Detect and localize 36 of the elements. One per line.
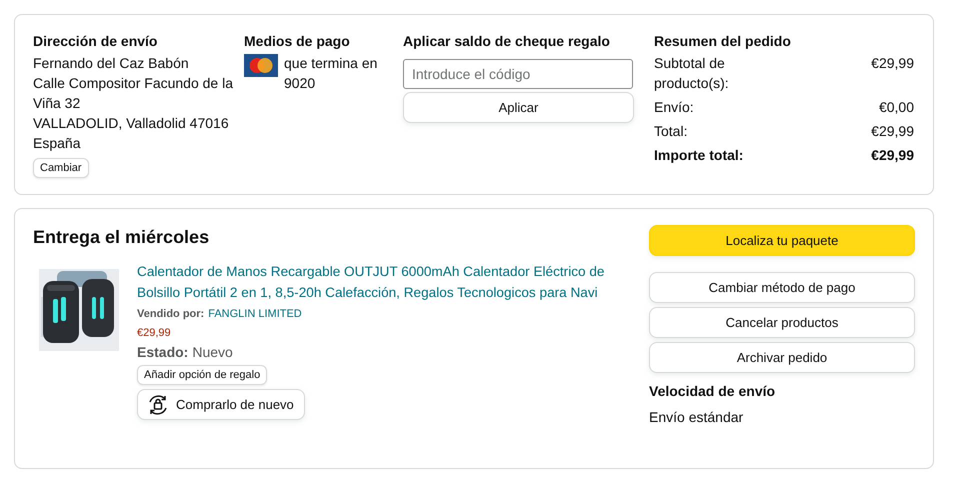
address-line: VALLADOLID, Valladolid 47016	[33, 114, 230, 133]
address-line: Fernando del Caz Babón	[33, 54, 190, 73]
delivery-heading: Entrega el miércoles	[33, 226, 210, 249]
order-action-button[interactable]: Cancelar productos	[649, 307, 915, 338]
summary-value: €29,99	[871, 122, 914, 141]
summary-label: Total:	[654, 122, 688, 141]
gift-code-field[interactable]: Introduce el código	[403, 59, 633, 89]
product-title-link[interactable]: Calentador de Manos Recargable OUTJUT 6000mAh Calentador Eléctrico de Bolsillo Portátil 2 en 1, 8,5-20h Calefacción, Regalos Tecnologicos para Navi	[137, 261, 607, 303]
seller-link[interactable]: FANGLIN LIMITED	[208, 308, 302, 320]
shipping-speed-heading: Velocidad de envío	[649, 382, 776, 401]
summary-label: Importe total:	[654, 146, 744, 165]
gift-option-button[interactable]: Añadir opción de regalo	[137, 365, 268, 385]
card-ending-text: que termina en 9020	[284, 54, 378, 93]
address-line: España	[33, 134, 82, 153]
apply-button[interactable]: Aplicar	[403, 92, 634, 123]
product-price: €29,99	[137, 326, 171, 341]
summary-label: Envío:	[654, 98, 695, 117]
change-button[interactable]: Cambiar	[33, 158, 89, 178]
condition-value: Nuevo	[192, 344, 233, 360]
order-action-button[interactable]: Cambiar método de pago	[649, 272, 915, 303]
card-icon	[244, 54, 278, 77]
seller-label: Vendido por:	[137, 308, 204, 320]
address-line: Calle Compositor Facundo de la Viña 32	[33, 74, 234, 113]
section-heading: Dirección de envío	[33, 32, 158, 51]
summary-value: €29,99	[871, 146, 914, 165]
summary-value: €0,00	[878, 98, 914, 117]
condition-label: Estado:	[137, 344, 188, 360]
section-heading: Resumen del pedido	[654, 32, 792, 51]
summary-value: €29,99	[871, 54, 914, 73]
shipping-speed-value: Envío estándar	[649, 408, 744, 427]
summary-label: Subtotal de producto(s):	[654, 54, 730, 93]
order-action-button[interactable]: Localiza tu paquete	[649, 225, 915, 256]
section-heading: Medios de pago	[244, 32, 351, 51]
section-heading: Aplicar saldo de cheque regalo	[403, 32, 611, 51]
buy-again-button[interactable]: Comprarlo de nuevo	[137, 389, 305, 420]
order-action-button[interactable]: Archivar pedido	[649, 342, 915, 373]
